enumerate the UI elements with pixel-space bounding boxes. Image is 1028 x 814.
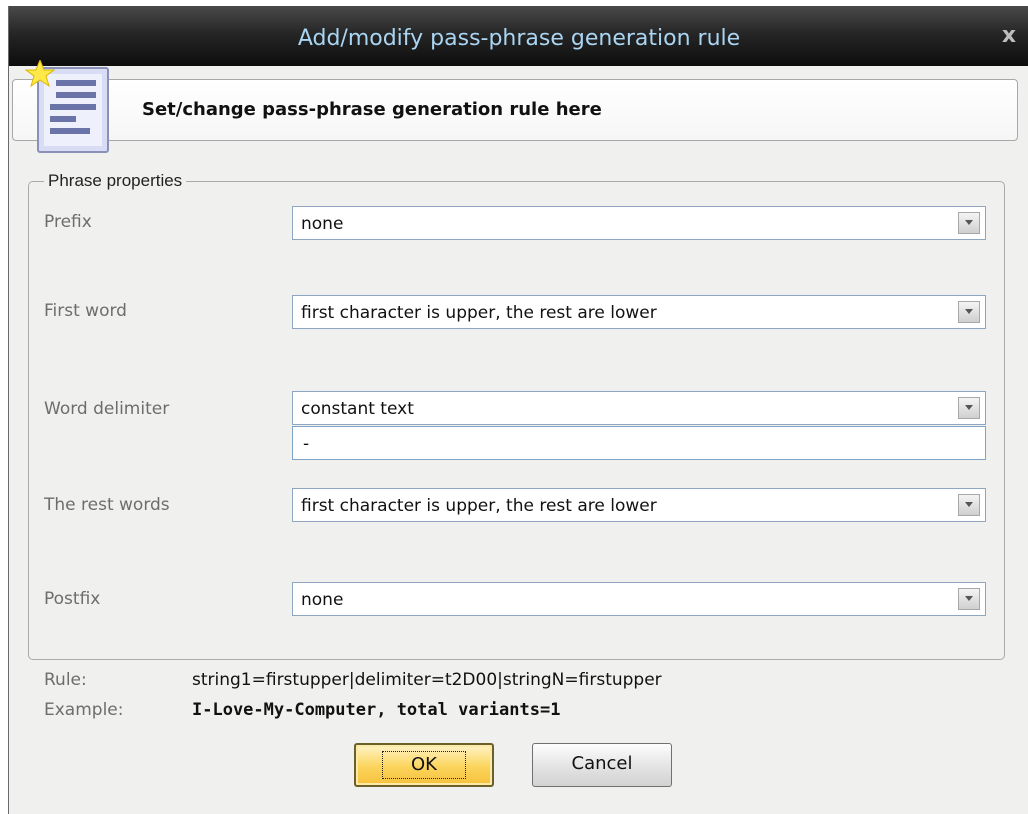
chevron-down-icon: [965, 309, 973, 314]
rest-words-dropdown[interactable]: first character is upper, the rest are l…: [292, 488, 986, 522]
first-word-dropdown[interactable]: first character is upper, the rest are l…: [292, 295, 986, 329]
group-legend: Phrase properties: [44, 171, 187, 191]
chevron-down-icon: [965, 405, 973, 410]
title-bar[interactable]: Add/modify pass-phrase generation rule x: [9, 6, 1028, 66]
example-label: Example:: [44, 700, 124, 720]
postfix-dropdown[interactable]: none: [292, 582, 986, 616]
ok-button-label: OK: [382, 751, 466, 779]
delimiter-text-input[interactable]: -: [292, 426, 986, 460]
word-delimiter-value: constant text: [301, 399, 414, 419]
rule-label: Rule:: [44, 670, 87, 690]
chevron-down-icon: [965, 220, 973, 225]
postfix-value: none: [301, 590, 344, 610]
chevron-down-icon: [965, 502, 973, 507]
rest-words-dropdown-arrow[interactable]: [958, 494, 980, 516]
prefix-label: Prefix: [44, 212, 92, 232]
first-word-label: First word: [44, 301, 127, 321]
delimiter-text-value: -: [303, 434, 310, 454]
prefix-dropdown[interactable]: none: [292, 206, 986, 240]
example-value: I-Love-My-Computer, total variants=1: [192, 700, 561, 720]
rest-words-label: The rest words: [44, 495, 170, 515]
close-icon[interactable]: x: [997, 22, 1021, 50]
postfix-dropdown-arrow[interactable]: [958, 588, 980, 610]
word-delimiter-label: Word delimiter: [44, 399, 170, 419]
prefix-value: none: [301, 214, 344, 234]
postfix-label: Postfix: [44, 589, 101, 609]
prefix-dropdown-arrow[interactable]: [958, 212, 980, 234]
word-delimiter-dropdown[interactable]: constant text: [292, 391, 986, 425]
cancel-button[interactable]: Cancel: [532, 743, 672, 787]
banner-text: Set/change pass-phrase generation rule h…: [142, 99, 602, 120]
ok-button[interactable]: OK: [354, 743, 494, 787]
chevron-down-icon: [965, 596, 973, 601]
word-delimiter-dropdown-arrow[interactable]: [958, 397, 980, 419]
rest-words-value: first character is upper, the rest are l…: [301, 496, 657, 516]
rule-document-icon: [24, 60, 109, 153]
window-title: Add/modify pass-phrase generation rule: [297, 26, 741, 51]
first-word-dropdown-arrow[interactable]: [958, 301, 980, 323]
rule-value: string1=firstupper|delimiter=t2D00|strin…: [192, 670, 662, 690]
header-banner: Set/change pass-phrase generation rule h…: [12, 79, 1018, 141]
first-word-value: first character is upper, the rest are l…: [301, 303, 657, 323]
